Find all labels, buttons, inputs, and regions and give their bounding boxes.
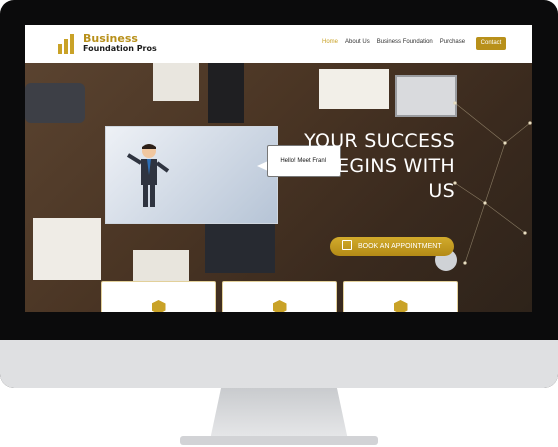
monitor-chin — [0, 340, 558, 388]
site-logo[interactable]: Business Foundation Pros — [56, 31, 157, 57]
hero-headline: YOUR SUCCESS BEGINS WITH US — [304, 130, 455, 202]
cartoon-character — [126, 144, 170, 207]
book-appointment-button[interactable]: BOOK AN APPOINTMENT — [330, 237, 454, 256]
monitor-stand-base — [180, 436, 378, 445]
nav-item-purchase[interactable]: Purchase — [440, 39, 465, 45]
feature-badge-icon — [393, 300, 408, 312]
notebook — [319, 69, 389, 109]
logo-line1: Business — [83, 32, 138, 45]
nav-item-business-foundation[interactable]: Business Foundation — [377, 39, 433, 45]
network-decoration — [453, 101, 532, 265]
intro-video[interactable]: Hello! Meet Frank — [105, 126, 341, 224]
laptop — [208, 63, 244, 123]
bar-chart-logo-icon — [56, 32, 80, 56]
person-arm — [25, 83, 85, 123]
website-screen: Business Foundation Pros Home About Us B… — [25, 25, 532, 312]
feature-badge-icon — [151, 300, 166, 312]
desk-paper — [153, 63, 199, 101]
logo-line2: Foundation Pros — [83, 44, 157, 53]
feature-card[interactable] — [343, 281, 458, 312]
site-header: Business Foundation Pros Home About Us B… — [25, 25, 532, 63]
nav-item-about-us[interactable]: About Us — [345, 39, 370, 45]
calendar-icon — [342, 240, 352, 251]
person-arm-right — [205, 223, 275, 273]
feature-badge-icon — [272, 300, 287, 312]
monitor-stand — [210, 388, 348, 440]
contact-button[interactable]: Contact — [476, 37, 506, 50]
main-nav: Home About Us Business Foundation Purcha… — [322, 39, 465, 45]
document — [33, 218, 101, 280]
hero-section: Hello! Meet Frank YOUR SUCCESS BEGINS WI… — [25, 63, 532, 312]
feature-card[interactable] — [222, 281, 337, 312]
book-appointment-label: BOOK AN APPOINTMENT — [358, 243, 442, 250]
nav-item-home[interactable]: Home — [322, 39, 338, 45]
feature-card[interactable] — [101, 281, 216, 312]
